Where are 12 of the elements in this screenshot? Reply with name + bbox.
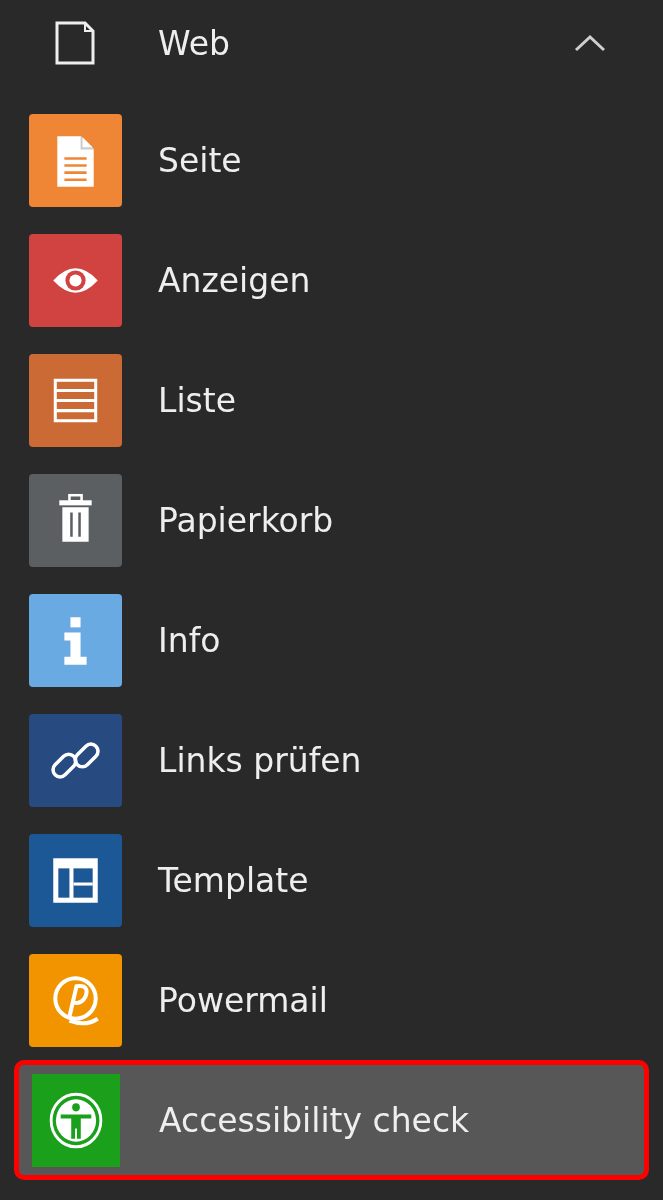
module-item[interactable]: Powermail [14, 940, 649, 1060]
document-icon [53, 21, 97, 65]
module-item[interactable]: Liste [14, 340, 649, 460]
module-item[interactable]: Template [14, 820, 649, 940]
group-title: Web [158, 23, 231, 63]
chevron-icon[interactable] [573, 33, 607, 53]
module-item[interactable]: Info [14, 580, 649, 700]
module-item[interactable]: Links prüfen [14, 700, 649, 820]
module-item[interactable]: Papierkorb [14, 460, 649, 580]
module-item[interactable]: Accessibility check [14, 1060, 649, 1180]
module-item[interactable]: Seite [14, 100, 649, 220]
module-item[interactable]: Anzeigen [14, 220, 649, 340]
